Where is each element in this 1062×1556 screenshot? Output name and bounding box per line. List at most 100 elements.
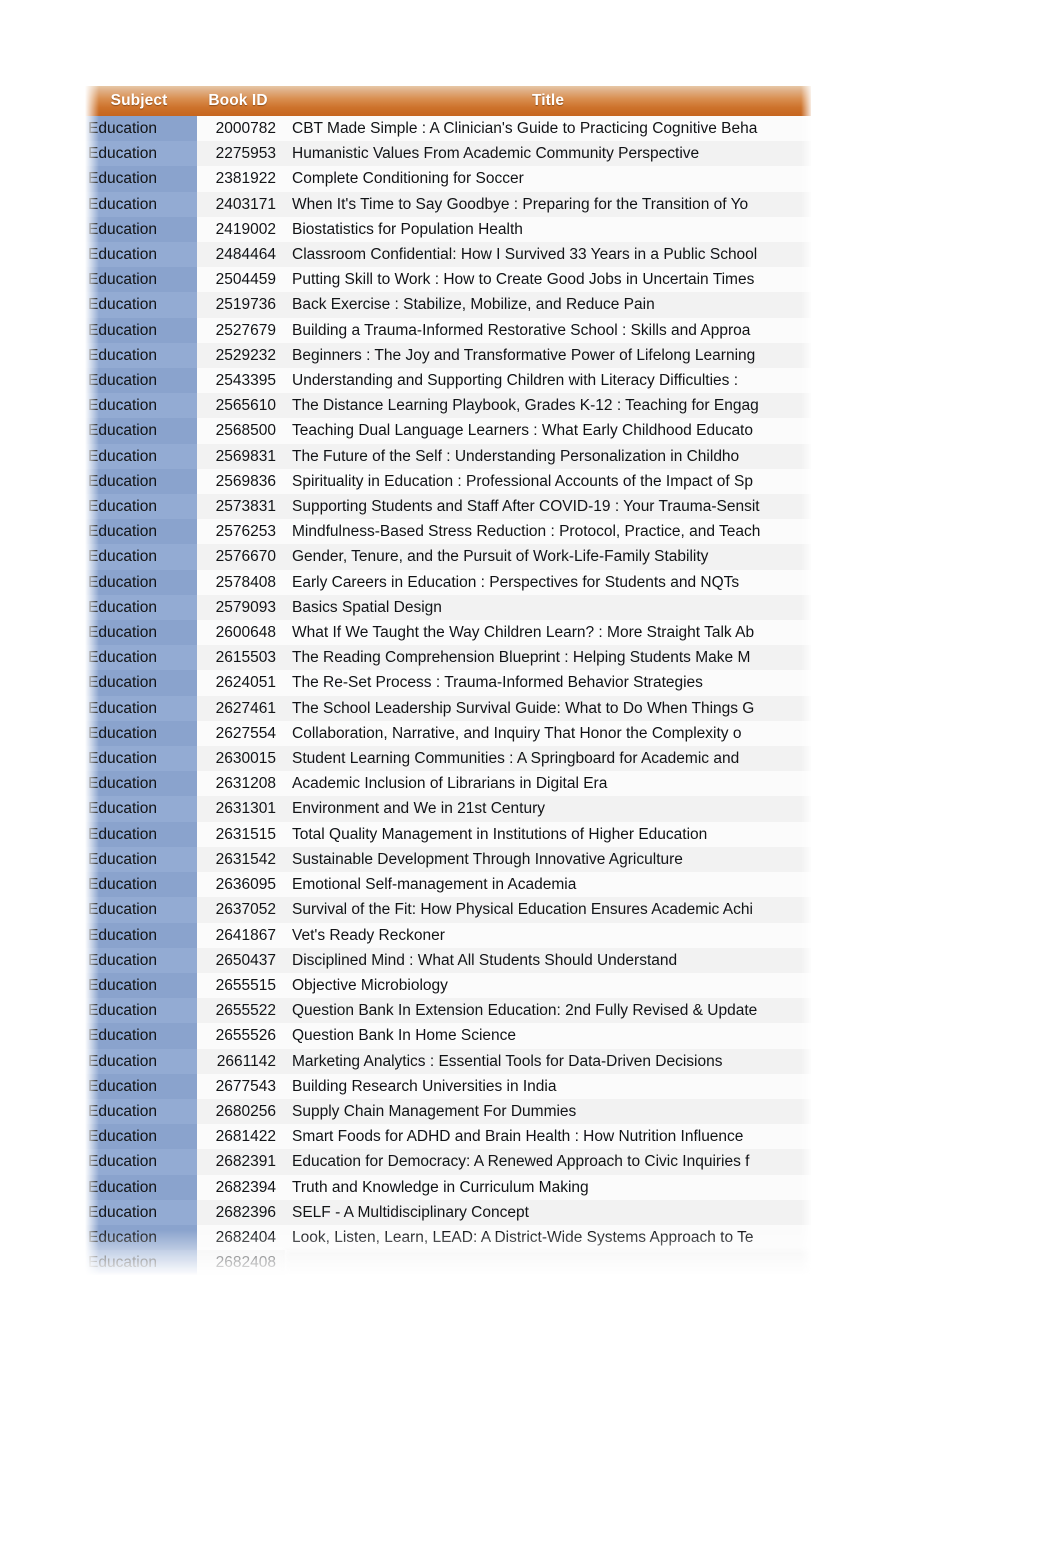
cell-subject[interactable]: Education xyxy=(85,393,197,419)
cell-subject[interactable]: Education xyxy=(85,746,197,772)
table-row[interactable]: Education 2637052 Survival of the Fit: How… xyxy=(85,897,811,923)
cell-book-id[interactable]: 2655526 xyxy=(197,1023,285,1049)
table-row[interactable]: Education 2682394 Truth and Knowledge in C… xyxy=(85,1174,811,1200)
cell-subject[interactable]: Education xyxy=(85,897,197,923)
cell-title[interactable]: Spirituality in Education : Professional… xyxy=(285,468,811,495)
cell-book-id[interactable]: 2569831 xyxy=(197,443,285,469)
cell-subject[interactable]: Education xyxy=(85,645,197,671)
cell-book-id[interactable]: 2527679 xyxy=(197,317,285,343)
cell-title[interactable]: The Re-Set Process : Trauma-Informed Beh… xyxy=(285,670,811,696)
cell-subject[interactable]: Education xyxy=(85,292,197,318)
cell-book-id[interactable]: 2504459 xyxy=(197,267,285,293)
table-row[interactable]: Education 2682404 Look, Listen, Learn, LEA… xyxy=(85,1224,811,1251)
cell-title[interactable]: When It's Time to Say Goodbye : Preparin… xyxy=(285,191,811,217)
table-row[interactable]: Education 2573831 Supporting Students and … xyxy=(85,494,811,520)
cell-book-id[interactable]: 2381922 xyxy=(197,166,285,192)
cell-subject[interactable]: Education xyxy=(85,1224,197,1251)
cell-title[interactable]: Mindfulness-Based Stress Reduction : Pro… xyxy=(285,519,811,545)
cell-book-id[interactable]: 2682396 xyxy=(197,1199,285,1225)
table-row[interactable]: Education 2576253 Mindfulness-Based Stress… xyxy=(85,519,811,545)
cell-book-id[interactable]: 2543395 xyxy=(197,368,285,394)
cell-book-id[interactable]: 2682391 xyxy=(197,1149,285,1175)
cell-title[interactable]: Total Quality Management in Institutions… xyxy=(285,821,811,847)
cell-book-id[interactable]: 2627554 xyxy=(197,720,285,747)
cell-subject[interactable]: Education xyxy=(85,191,197,217)
cell-title[interactable]: Building a Trauma-Informed Restorative S… xyxy=(285,317,811,343)
cell-title[interactable]: Marketing Analytics : Essential Tools fo… xyxy=(285,1048,811,1074)
cell-title[interactable]: CBT Made Simple : A Clinician's Guide to… xyxy=(285,116,811,142)
table-row[interactable]: Education 2655526 Question Bank In Home Sc… xyxy=(85,1023,811,1049)
cell-subject[interactable]: Education xyxy=(85,972,197,999)
table-row[interactable]: Education 2275953 Humanistic Values From A… xyxy=(85,141,811,167)
table-row[interactable]: Education 2650437 Disciplined Mind : What … xyxy=(85,947,811,973)
cell-title[interactable]: Gender, Tenure, and the Pursuit of Work-… xyxy=(285,544,811,570)
column-header-title[interactable]: Title xyxy=(285,86,811,116)
cell-book-id[interactable]: 2565610 xyxy=(197,393,285,419)
cell-book-id[interactable]: 2636095 xyxy=(197,872,285,898)
cell-book-id[interactable]: 2568500 xyxy=(197,418,285,444)
table-row[interactable]: Education 2579093 Basics Spatial Design xyxy=(85,594,811,621)
cell-subject[interactable]: Education xyxy=(85,418,197,444)
cell-title[interactable]: The Distance Learning Playbook, Grades K… xyxy=(285,393,811,419)
cell-subject[interactable]: Education xyxy=(85,872,197,898)
cell-book-id[interactable]: 2576253 xyxy=(197,519,285,545)
cell-subject[interactable]: Education xyxy=(85,720,197,747)
cell-title[interactable]: Sustainable Development Through Innovati… xyxy=(285,846,811,873)
cell-subject[interactable]: Education xyxy=(85,796,197,822)
cell-title[interactable]: Understanding and Supporting Children wi… xyxy=(285,368,811,394)
table-row[interactable]: Education 2677543 Building Research Univer… xyxy=(85,1073,811,1099)
cell-title[interactable]: Vet's Ready Reckoner xyxy=(285,922,811,948)
cell-subject[interactable]: Education xyxy=(85,1149,197,1175)
cell-book-id[interactable]: 2655522 xyxy=(197,998,285,1024)
cell-subject[interactable]: Education xyxy=(85,544,197,570)
cell-title[interactable]: Complete Conditioning for Soccer xyxy=(285,166,811,192)
cell-title[interactable]: Question Bank In Extension Education: 2n… xyxy=(285,998,811,1024)
cell-subject[interactable]: Education xyxy=(85,216,197,243)
cell-book-id[interactable]: 2615503 xyxy=(197,645,285,671)
cell-book-id[interactable]: 2519736 xyxy=(197,292,285,318)
cell-title[interactable]: Survival of the Fit: How Physical Educat… xyxy=(285,897,811,923)
cell-subject[interactable]: Education xyxy=(85,267,197,293)
column-header-subject[interactable]: Subject xyxy=(85,86,197,116)
cell-title[interactable]: Putting Skill to Work : How to Create Go… xyxy=(285,267,811,293)
cell-subject[interactable]: Education xyxy=(85,1174,197,1200)
cell-book-id[interactable]: 2677543 xyxy=(197,1073,285,1099)
cell-title[interactable]: Question Bank In Home Science xyxy=(285,1023,811,1049)
table-row[interactable]: Education 2631542 Sustainable Development … xyxy=(85,846,811,873)
cell-title[interactable]: Academic Inclusion of Librarians in Digi… xyxy=(285,771,811,797)
cell-book-id[interactable]: 2529232 xyxy=(197,342,285,369)
cell-title[interactable]: Basics Spatial Design xyxy=(285,594,811,621)
cell-title[interactable]: Objective Microbiology xyxy=(285,972,811,999)
table-row[interactable]: Education 2419002 Biostatistics for Popula… xyxy=(85,216,811,243)
cell-book-id[interactable]: 2682408 xyxy=(197,1250,285,1276)
cell-book-id[interactable]: 2637052 xyxy=(197,897,285,923)
table-row[interactable]: Education 2576670 Gender, Tenure, and the … xyxy=(85,544,811,570)
cell-title[interactable]: Collaboration, Narrative, and Inquiry Th… xyxy=(285,720,811,747)
cell-book-id[interactable]: 2650437 xyxy=(197,947,285,973)
table-row[interactable]: Education 2682396 SELF - A Multidisciplina… xyxy=(85,1199,811,1225)
table-row[interactable]: Education 2543395 Understanding and Suppor… xyxy=(85,368,811,394)
table-row[interactable]: Education 2641867 Vet's Ready Reckoner xyxy=(85,922,811,948)
table-row[interactable]: Education 2661142 Marketing Analytics : Es… xyxy=(85,1048,811,1074)
table-row[interactable]: Education 2682408 xyxy=(85,1250,811,1276)
table-row[interactable]: Education 2529232 Beginners : The Joy and … xyxy=(85,342,811,369)
cell-subject[interactable]: Education xyxy=(85,1048,197,1074)
cell-book-id[interactable]: 2627461 xyxy=(197,695,285,721)
cell-title[interactable]: Back Exercise : Stabilize, Mobilize, and… xyxy=(285,292,811,318)
cell-book-id[interactable]: 2578408 xyxy=(197,569,285,595)
cell-title[interactable]: Biostatistics for Population Health xyxy=(285,216,811,243)
cell-subject[interactable]: Education xyxy=(85,1073,197,1099)
cell-title[interactable]: Classroom Confidential: How I Survived 3… xyxy=(285,242,811,268)
cell-book-id[interactable]: 2655515 xyxy=(197,972,285,999)
cell-subject[interactable]: Education xyxy=(85,494,197,520)
cell-subject[interactable]: Education xyxy=(85,1199,197,1225)
cell-subject[interactable]: Education xyxy=(85,695,197,721)
table-row[interactable]: Education 2504459 Putting Skill to Work : … xyxy=(85,267,811,293)
cell-book-id[interactable]: 2682394 xyxy=(197,1174,285,1200)
cell-book-id[interactable]: 2600648 xyxy=(197,620,285,646)
cell-book-id[interactable]: 2681422 xyxy=(197,1124,285,1150)
cell-title[interactable]: Early Careers in Education : Perspective… xyxy=(285,569,811,595)
cell-book-id[interactable]: 2000782 xyxy=(197,116,285,142)
cell-title[interactable]: Smart Foods for ADHD and Brain Health : … xyxy=(285,1124,811,1150)
cell-book-id[interactable]: 2631208 xyxy=(197,771,285,797)
